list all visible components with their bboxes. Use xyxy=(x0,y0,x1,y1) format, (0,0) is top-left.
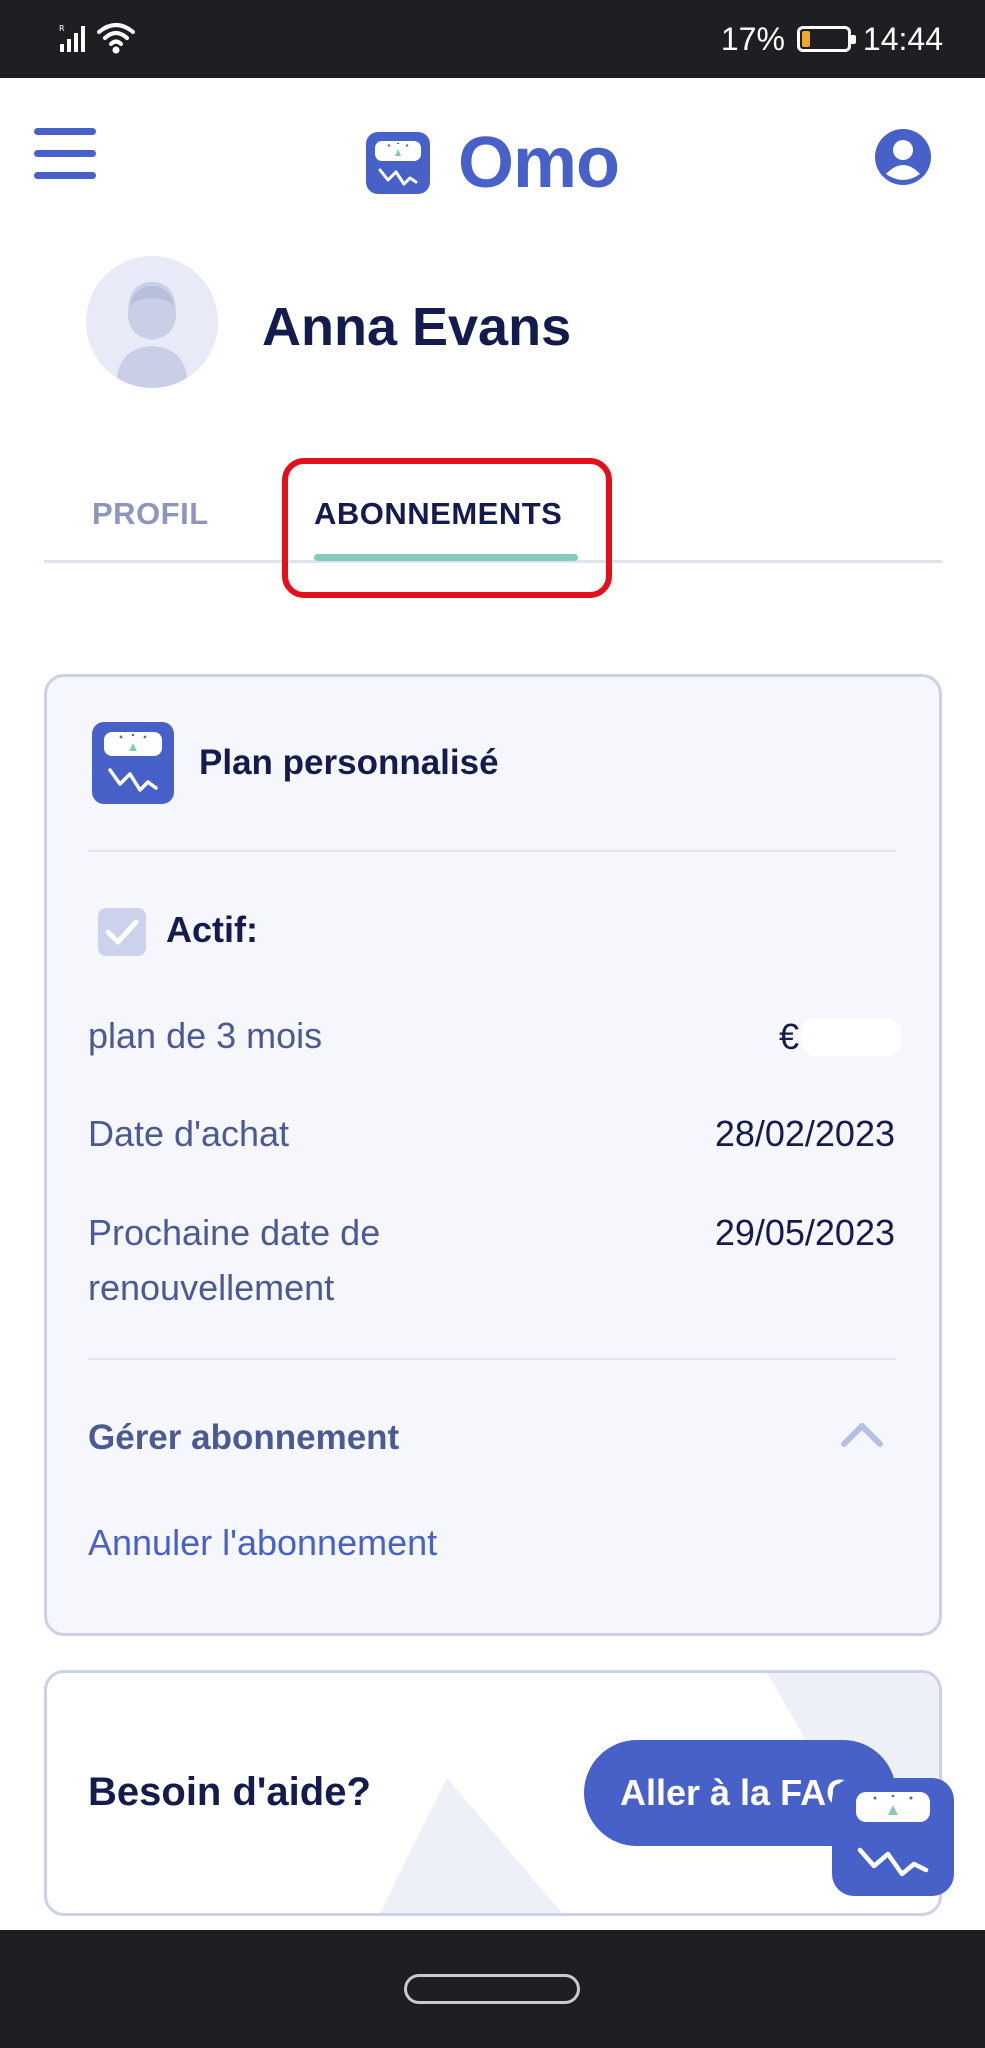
purchase-date-label: Date d'achat xyxy=(88,1113,290,1154)
menu-icon-bar xyxy=(34,172,96,179)
renewal-date-label: Prochaine date de renouvellement xyxy=(88,1205,380,1315)
faq-button-label: Aller à la FAQ xyxy=(620,1772,855,1813)
battery-icon xyxy=(796,26,856,52)
omo-logo-icon xyxy=(366,132,430,194)
system-nav-bar xyxy=(0,1930,985,2048)
active-checkbox xyxy=(98,908,146,956)
home-gesture-bar[interactable] xyxy=(404,1974,580,2004)
purchase-date-value: 28/02/2023 xyxy=(714,1113,895,1154)
battery-percent: 17% xyxy=(720,20,785,57)
manage-subscription-toggle[interactable]: Gérer abonnement xyxy=(88,1418,399,1458)
user-avatar-icon xyxy=(86,256,218,388)
account-icon[interactable] xyxy=(874,128,932,186)
renewal-date-value: 29/05/2023 xyxy=(714,1212,895,1253)
app-name: Omo xyxy=(458,123,620,203)
plan-icon xyxy=(92,722,174,804)
battery-level xyxy=(801,31,811,47)
help-title: Besoin d'aide? xyxy=(88,1770,371,1814)
avatar xyxy=(86,256,218,388)
cancel-subscription-link[interactable]: Annuler l'abonnement xyxy=(88,1522,437,1564)
svg-text:R: R xyxy=(59,24,65,33)
status-right: 17% 14:44 xyxy=(721,18,943,60)
wifi-icon xyxy=(97,23,135,54)
highlight-annotation xyxy=(282,458,612,598)
card-divider xyxy=(88,1358,896,1360)
tab-profil[interactable]: PROFIL xyxy=(92,496,209,532)
plan-duration-label: plan de 3 mois xyxy=(88,1015,323,1056)
plan-title: Plan personnalisé xyxy=(199,743,499,782)
card-divider xyxy=(88,850,896,852)
menu-icon xyxy=(34,128,96,135)
clock: 14:44 xyxy=(862,20,943,57)
user-name: Anna Evans xyxy=(262,297,572,357)
chevron-up-icon[interactable] xyxy=(838,1418,886,1450)
menu-icon-bar xyxy=(34,150,96,157)
menu-button[interactable] xyxy=(34,128,96,184)
status-label: Actif: xyxy=(166,909,258,950)
renewal-label-line2: renouvellement xyxy=(88,1267,335,1308)
renewal-label-line1: Prochaine date de xyxy=(88,1212,381,1253)
signal-icon: R xyxy=(59,24,85,52)
app-logo: Omo xyxy=(366,123,620,203)
omo-assistant-icon[interactable] xyxy=(832,1778,954,1896)
plan-price: € xyxy=(779,1016,901,1058)
price-currency: € xyxy=(778,1016,799,1057)
check-icon xyxy=(105,919,139,945)
price-redacted xyxy=(801,1018,901,1056)
status-bar: R 17% 14:44 xyxy=(0,0,985,78)
